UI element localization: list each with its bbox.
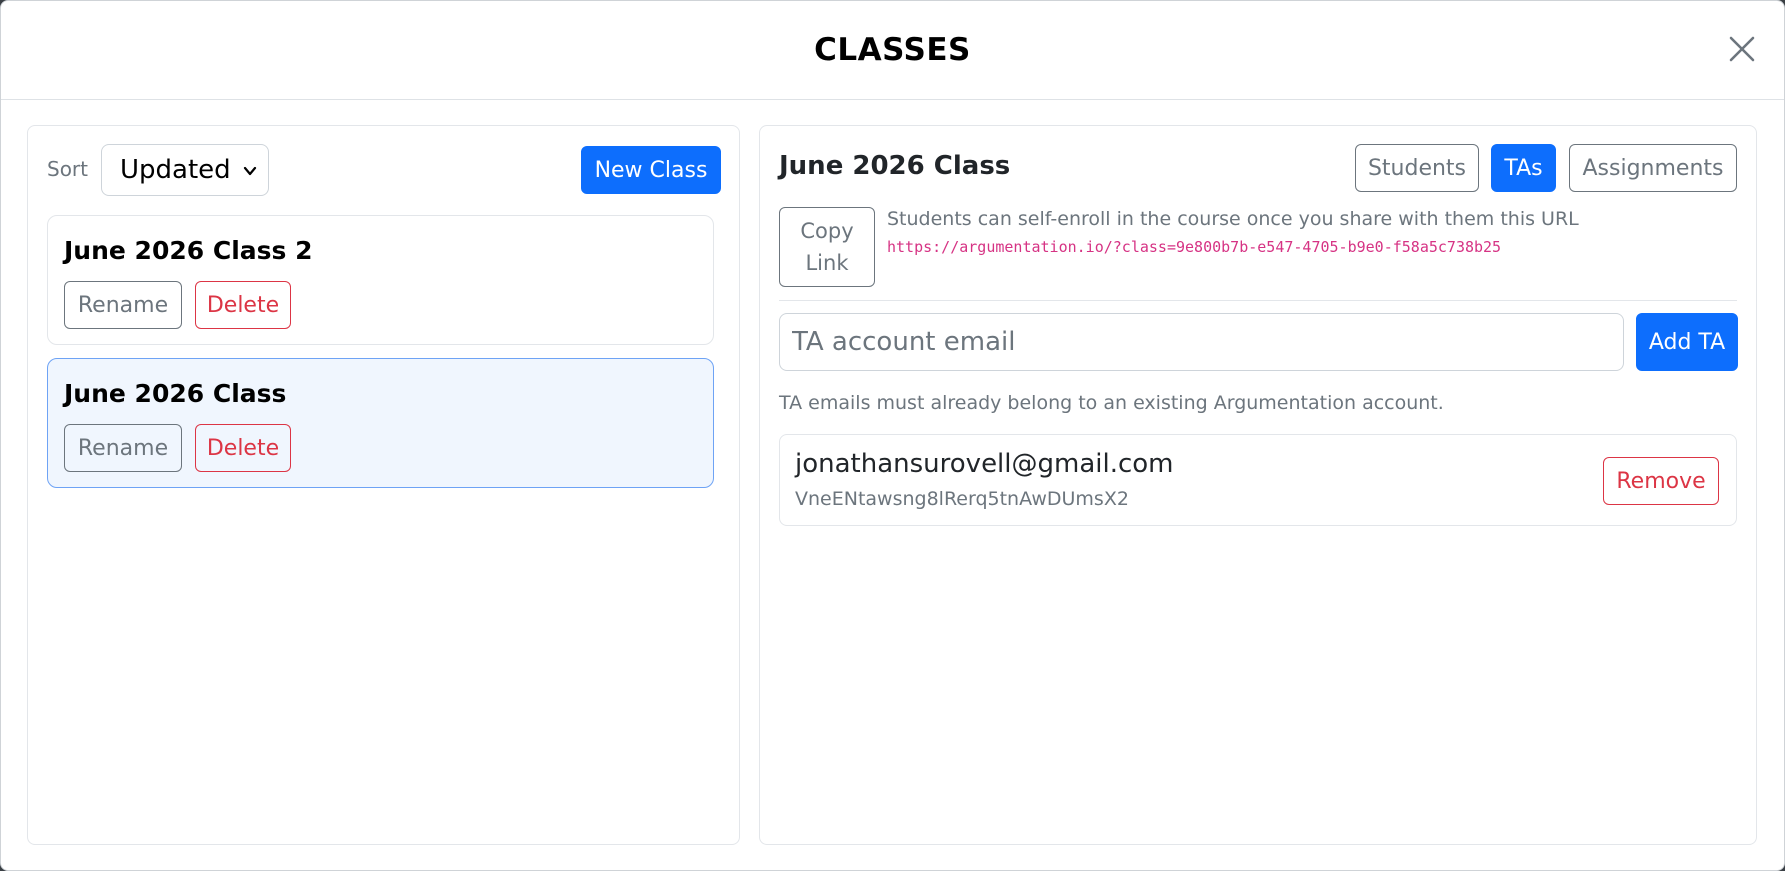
class-card-title: June 2026 Class <box>64 379 287 408</box>
new-class-button[interactable]: New Class <box>581 146 721 194</box>
add-ta-button[interactable]: Add TA <box>1636 313 1738 371</box>
sort-label: Sort <box>47 157 88 181</box>
modal-header: CLASSES <box>1 1 1784 100</box>
remove-ta-button[interactable]: Remove <box>1603 457 1719 505</box>
tab-assignments[interactable]: Assignments <box>1569 144 1737 192</box>
rename-button[interactable]: Rename <box>64 281 182 329</box>
ta-email: jonathansurovell@gmail.com <box>795 449 1174 479</box>
tab-students[interactable]: Students <box>1355 144 1479 192</box>
sort-select[interactable]: Updated <box>101 144 269 196</box>
rename-button[interactable]: Rename <box>64 424 182 472</box>
ta-help-text: TA emails must already belong to an exis… <box>779 392 1444 414</box>
class-detail-panel: June 2026 Class Students TAs Assignments… <box>759 125 1757 845</box>
tab-tas[interactable]: TAs <box>1491 144 1556 192</box>
class-list-panel: Sort Updated New Class June 2026 Class 2… <box>27 125 740 845</box>
classes-modal: CLASSES Sort Updated New Class June 2026… <box>0 0 1785 871</box>
ta-list-item: jonathansurovell@gmail.com VneENtawsng8l… <box>779 434 1737 526</box>
class-card-active[interactable]: June 2026 Class Rename Delete <box>47 358 714 488</box>
delete-button[interactable]: Delete <box>195 281 291 329</box>
delete-button[interactable]: Delete <box>195 424 291 472</box>
ta-uid: VneENtawsng8lRerq5tnAwDUmsX2 <box>795 488 1129 510</box>
close-icon <box>1729 36 1755 62</box>
divider <box>779 300 1737 301</box>
copy-link-button[interactable]: Copy Link <box>779 207 875 287</box>
ta-email-input[interactable] <box>779 313 1624 371</box>
class-card-title: June 2026 Class 2 <box>64 236 313 265</box>
sort-select-value: Updated <box>120 155 231 185</box>
modal-title: CLASSES <box>814 32 971 68</box>
enroll-url: https://argumentation.io/?class=9e800b7b… <box>887 238 1502 256</box>
selected-class-title: June 2026 Class <box>779 151 1011 181</box>
class-card[interactable]: June 2026 Class 2 Rename Delete <box>47 215 714 345</box>
chevron-down-icon <box>243 166 257 176</box>
enroll-instructions: Students can self-enroll in the course o… <box>887 208 1579 230</box>
close-button[interactable] <box>1726 33 1758 65</box>
